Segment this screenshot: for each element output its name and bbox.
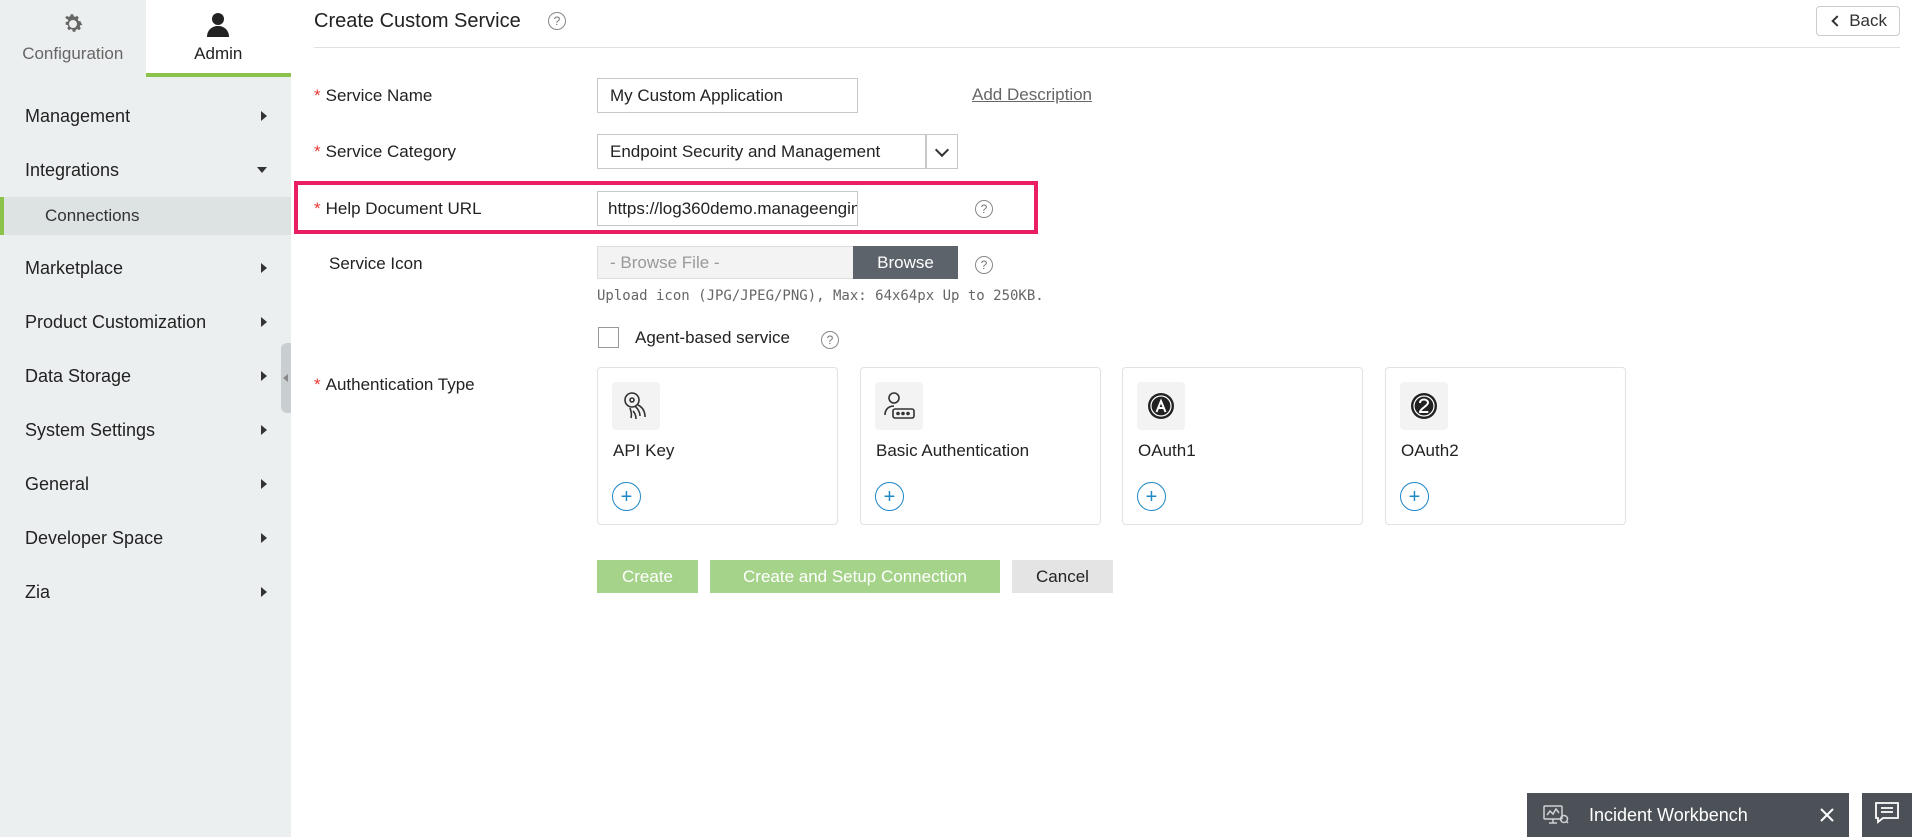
sidebar-item-zia[interactable]: Zia — [0, 565, 291, 619]
required-mark: * — [314, 142, 321, 161]
auth-type-label-text: Authentication Type — [325, 375, 475, 394]
sidebar-item-label: Product Customization — [25, 311, 207, 332]
sidebar-collapse-handle[interactable] — [281, 343, 291, 413]
oauth1-icon — [1137, 382, 1185, 430]
service-name-label: * Service Name — [314, 86, 432, 106]
tab-admin-label: Admin — [194, 44, 243, 63]
close-icon[interactable] — [1805, 793, 1849, 837]
chevron-down-icon[interactable] — [925, 134, 958, 169]
service-icon-label: Service Icon — [329, 254, 423, 273]
oauth2-icon — [1400, 382, 1448, 430]
tab-configuration[interactable]: Configuration — [0, 0, 146, 77]
help-url-input[interactable]: https://log360demo.manageengine.com — [597, 191, 858, 226]
sidebar-item-management[interactable]: Management — [0, 89, 291, 143]
tab-admin[interactable]: Admin — [145, 0, 291, 77]
auth-option-name: OAuth2 — [1401, 441, 1459, 460]
back-button-label: Back — [1849, 11, 1887, 30]
page-header: Create Custom Service ? Back — [314, 0, 1900, 48]
sidebar-item-general[interactable]: General — [0, 457, 291, 511]
help-url-label-text: Help Document URL — [325, 199, 482, 218]
sidebar-subitem-connections[interactable]: Connections — [0, 197, 291, 235]
sidebar-item-label: Developer Space — [25, 527, 164, 548]
help-icon[interactable]: ? — [548, 12, 566, 30]
caret-right-icon — [261, 317, 267, 327]
caret-right-icon — [261, 425, 267, 435]
incident-workbench-bar[interactable]: Incident Workbench — [1527, 793, 1849, 837]
back-button[interactable]: Back — [1816, 6, 1900, 36]
auth-card-oauth1[interactable]: OAuth1 + — [1122, 367, 1363, 525]
sidebar-item-label: Zia — [25, 581, 51, 602]
agent-based-checkbox[interactable] — [598, 327, 619, 348]
sidebar-tabs: Configuration Admin — [0, 0, 291, 77]
sidebar-item-integrations[interactable]: Integrations — [0, 143, 291, 197]
incident-workbench-label: Incident Workbench — [1589, 804, 1748, 825]
caret-right-icon — [261, 587, 267, 597]
service-category-label: * Service Category — [314, 142, 456, 162]
chat-button[interactable] — [1862, 793, 1912, 837]
caret-right-icon — [261, 263, 267, 273]
required-mark: * — [314, 86, 321, 105]
caret-right-icon — [261, 111, 267, 121]
main-content: Create Custom Service ? Back * Service Na… — [291, 0, 1912, 837]
sidebar-item-system-settings[interactable]: System Settings — [0, 403, 291, 457]
upload-hint: Upload icon (JPG/JPEG/PNG), Max: 64x64px… — [597, 288, 1044, 304]
chevron-left-icon — [1831, 15, 1843, 27]
service-category-select[interactable]: Endpoint Security and Management — [597, 134, 927, 169]
help-icon[interactable]: ? — [975, 200, 993, 218]
user-icon — [204, 10, 232, 38]
agent-based-label: Agent-based service — [635, 328, 790, 347]
browse-file-input[interactable]: - Browse File - — [597, 246, 855, 279]
auth-card-api-key[interactable]: API Key + — [597, 367, 838, 525]
service-category-label-text: Service Category — [325, 142, 457, 161]
auth-card-oauth2[interactable]: OAuth2 + — [1385, 367, 1626, 525]
add-circle-icon[interactable]: + — [612, 482, 641, 511]
caret-right-icon — [261, 371, 267, 381]
user-password-icon — [875, 382, 923, 430]
auth-card-basic-authentication[interactable]: Basic Authentication + — [860, 367, 1101, 525]
help-url-label: * Help Document URL — [314, 199, 482, 219]
required-mark: * — [314, 199, 321, 218]
sidebar-item-label: System Settings — [25, 419, 156, 440]
sidebar-item-label: Management — [25, 105, 131, 126]
sidebar-item-data-storage[interactable]: Data Storage — [0, 349, 291, 403]
auth-option-name: Basic Authentication — [876, 441, 1030, 460]
chat-icon — [1874, 801, 1900, 830]
page-title: Create Custom Service — [314, 10, 521, 32]
service-name-label-text: Service Name — [325, 86, 433, 105]
help-icon[interactable]: ? — [821, 331, 839, 349]
caret-down-icon — [257, 167, 267, 173]
add-circle-icon[interactable]: + — [875, 482, 904, 511]
sidebar-item-label: Data Storage — [25, 365, 132, 386]
auth-option-name: OAuth1 — [1138, 441, 1196, 460]
sidebar-item-developer-space[interactable]: Developer Space — [0, 511, 291, 565]
caret-right-icon — [261, 479, 267, 489]
add-circle-icon[interactable]: + — [1400, 482, 1429, 511]
sidebar-item-label: Integrations — [25, 159, 120, 180]
gear-icon — [59, 10, 87, 38]
caret-right-icon — [261, 533, 267, 543]
sidebar-item-label: Marketplace — [25, 257, 124, 278]
cancel-button[interactable]: Cancel — [1012, 560, 1113, 593]
auth-type-label: * Authentication Type — [314, 375, 475, 395]
help-icon[interactable]: ? — [975, 256, 993, 274]
add-circle-icon[interactable]: + — [1137, 482, 1166, 511]
sidebar-item-label: General — [25, 473, 90, 494]
create-button[interactable]: Create — [597, 560, 698, 593]
sidebar-item-marketplace[interactable]: Marketplace — [0, 241, 291, 295]
key-fingerprint-icon — [612, 382, 660, 430]
sidebar: Configuration Admin Management Integrati… — [0, 0, 291, 837]
browse-button[interactable]: Browse — [853, 246, 958, 279]
auth-option-name: API Key — [613, 441, 675, 460]
workbench-icon — [1543, 804, 1569, 826]
sidebar-nav: Management Integrations Connections Mark… — [0, 89, 291, 619]
add-description-link[interactable]: Add Description — [972, 85, 1092, 105]
create-and-setup-button[interactable]: Create and Setup Connection — [710, 560, 1000, 593]
sidebar-subitem-label: Connections — [45, 206, 140, 225]
required-mark: * — [314, 375, 321, 394]
tab-configuration-label: Configuration — [22, 44, 124, 63]
service-name-input[interactable]: My Custom Application — [597, 78, 858, 113]
sidebar-item-product-customization[interactable]: Product Customization — [0, 295, 291, 349]
